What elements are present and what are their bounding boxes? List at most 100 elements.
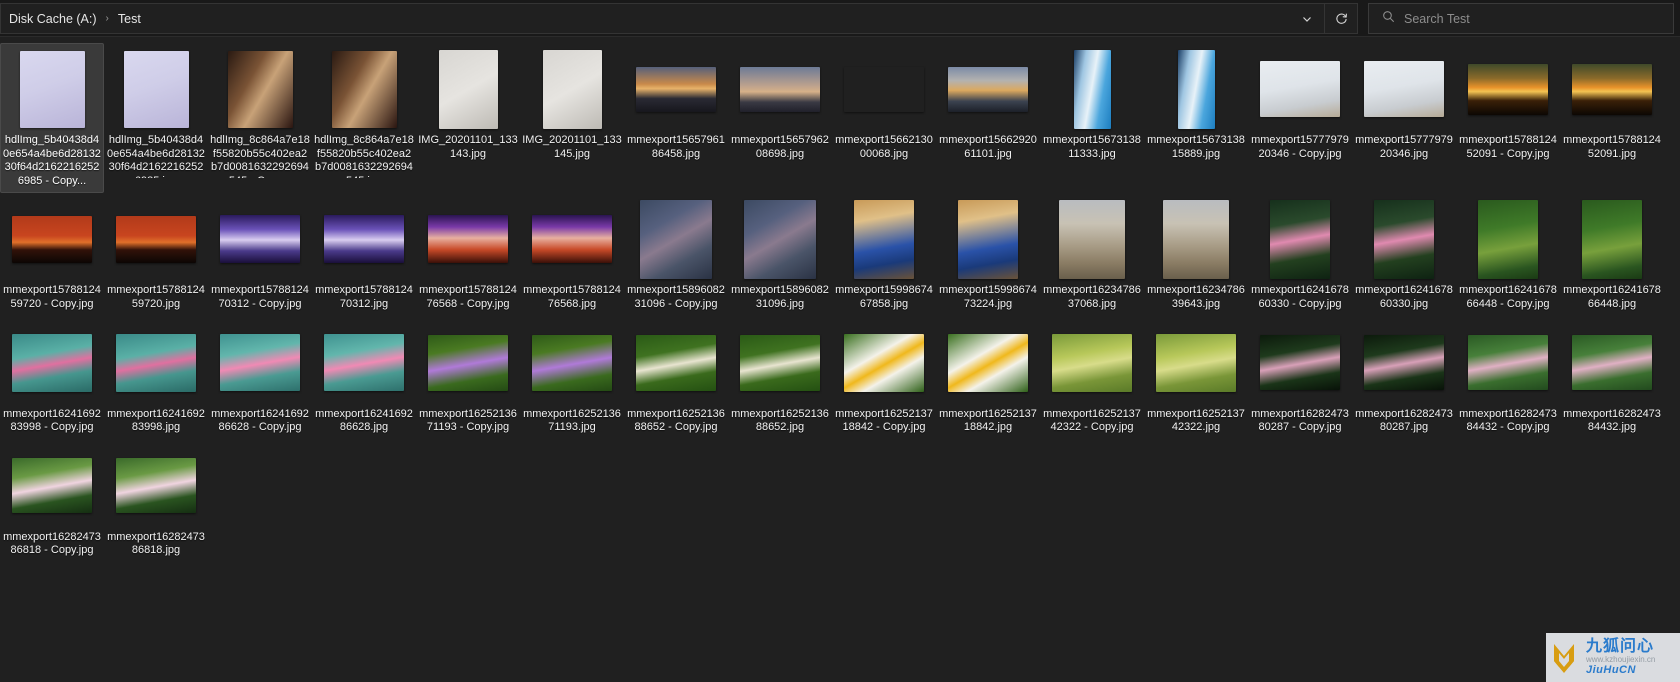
thumbnail-container [1256,198,1344,280]
file-name-label: mmexport1578812452091.jpg [1563,134,1661,160]
thumbnail-image [19,50,85,128]
thumbnail-container [736,198,824,280]
file-tile[interactable]: mmexport1624169286628 - Copy.jpg [208,317,312,440]
search-box[interactable]: Search Test [1368,3,1674,34]
file-tile[interactable]: mmexport1578812476568.jpg [520,193,624,316]
file-tile[interactable]: mmexport1578812452091.jpg [1560,43,1664,193]
file-name-label: mmexport1625213742322.jpg [1147,407,1245,434]
toolbar: Disk Cache (A:) › Test Search Test [0,0,1680,37]
file-tile[interactable]: mmexport1625213742322 - Copy.jpg [1040,317,1144,440]
refresh-button[interactable] [1324,4,1357,33]
file-name-label: mmexport1578812452091 - Copy.jpg [1459,134,1557,160]
thumbnail-container [320,48,408,130]
file-tile[interactable]: mmexport1624167860330.jpg [1352,193,1456,316]
file-tile[interactable]: mmexport1577797920346.jpg [1352,43,1456,193]
file-tile[interactable]: mmexport1599867473224.jpg [936,193,1040,316]
file-name-label: mmexport1624167860330 - Copy.jpg [1251,284,1349,310]
thumbnail-image [1177,49,1215,129]
thumbnail-container [1568,198,1656,280]
file-tile[interactable]: mmexport1567313811333.jpg [1040,43,1144,193]
breadcrumb-item-1[interactable]: Test [112,9,147,29]
file-tile[interactable]: mmexport1578812470312.jpg [312,193,416,316]
file-tile[interactable]: mmexport1577797920346 - Copy.jpg [1248,43,1352,193]
file-name-label: mmexport1577797920346.jpg [1355,134,1453,160]
refresh-icon[interactable] [1325,4,1357,33]
file-tile[interactable]: mmexport1578812459720.jpg [104,193,208,316]
file-tile[interactable]: mmexport1624169283998 - Copy.jpg [0,317,104,440]
thumbnail-image [636,334,716,391]
file-tile[interactable]: mmexport1578812476568 - Copy.jpg [416,193,520,316]
file-tile[interactable]: IMG_20201101_133145.jpg [520,43,624,193]
file-tile[interactable]: hdlImg_8c864a7e18f55820b55c402ea2b7d0081… [208,43,312,193]
file-tile[interactable]: mmexport1624167866448 - Copy.jpg [1456,193,1560,316]
file-tile[interactable]: mmexport1578812452091 - Copy.jpg [1456,43,1560,193]
file-tile[interactable]: mmexport1589608231096 - Copy.jpg [624,193,728,316]
chevron-down-icon[interactable] [1291,4,1323,33]
thumbnail-image [1270,199,1330,279]
file-tile[interactable]: mmexport1625213718842.jpg [936,317,1040,440]
thumbnail-container [112,322,200,404]
file-tile[interactable]: mmexport1628247386818.jpg [104,440,208,563]
file-tile[interactable]: hdlImg_5b40438d40e654a4be6d2813230f64d21… [104,43,208,193]
file-name-label: mmexport1566213000068.jpg [835,134,933,160]
search-input[interactable]: Search Test [1404,12,1470,26]
file-tile[interactable]: mmexport1565796208698.jpg [728,43,832,193]
file-name-label: mmexport1625213688652 - Copy.jpg [627,407,725,434]
file-tile[interactable]: mmexport1628247384432.jpg [1560,317,1664,440]
address-bar[interactable]: Disk Cache (A:) › Test [0,3,1358,34]
file-tile[interactable]: hdlImg_5b40438d40e654a4be6d2813230f64d21… [0,43,104,194]
thumbnail-image [854,199,914,279]
file-tile[interactable]: hdlImg_8c864a7e18f55820b55c402ea2b7d0081… [312,43,416,193]
thumbnail-image [532,215,612,264]
file-name-label: mmexport1565796186458.jpg [627,134,725,160]
file-name-label: mmexport1624167860330.jpg [1355,284,1453,310]
file-tile[interactable]: mmexport1624167866448.jpg [1560,193,1664,316]
file-tile[interactable]: mmexport1623478637068.jpg [1040,193,1144,316]
file-name-label: mmexport1625213671193 - Copy.jpg [419,407,517,434]
thumbnail-container [424,198,512,280]
file-tile[interactable]: mmexport1578812459720 - Copy.jpg [0,193,104,316]
file-name-label: mmexport1624169283998 - Copy.jpg [3,407,101,434]
thumbnail-container [216,48,304,130]
file-tile[interactable]: mmexport1599867467858.jpg [832,193,936,316]
address-history-dropdown[interactable] [1291,4,1323,33]
file-tile[interactable]: mmexport1624169283998.jpg [104,317,208,440]
file-tile[interactable]: IMG_20201101_133143.jpg [416,43,520,193]
file-tile[interactable]: mmexport1565796186458.jpg [624,43,728,193]
file-tile[interactable]: mmexport1628247384432 - Copy.jpg [1456,317,1560,440]
thumbnail-image [1468,63,1548,115]
thumbnail-container [424,48,512,130]
file-name-label: mmexport1623478639643.jpg [1147,284,1245,310]
file-tile[interactable]: mmexport1578812470312 - Copy.jpg [208,193,312,316]
file-name-label: mmexport1625213718842.jpg [939,407,1037,434]
file-tile[interactable]: mmexport1628247380287.jpg [1352,317,1456,440]
file-tile[interactable]: mmexport1624169286628.jpg [312,317,416,440]
thumbnail-container [632,48,720,130]
file-tile[interactable]: mmexport1566213000068.jpg [832,43,936,193]
file-tile[interactable]: mmexport1625213688652 - Copy.jpg [624,317,728,440]
mw-logo-icon [1554,643,1574,673]
file-tile[interactable]: mmexport1623478639643.jpg [1144,193,1248,316]
file-tile[interactable]: mmexport1625213688652.jpg [728,317,832,440]
file-tile[interactable]: mmexport1628247386818 - Copy.jpg [0,440,104,563]
file-tile[interactable]: mmexport1589608231096.jpg [728,193,832,316]
file-tile[interactable]: mmexport1625213671193.jpg [520,317,624,440]
thumbnail-container [1256,48,1344,130]
breadcrumb-item-0[interactable]: Disk Cache (A:) [3,9,103,29]
file-name-label: IMG_20201101_133145.jpg [522,134,622,160]
file-tile[interactable]: mmexport1625213742322.jpg [1144,317,1248,440]
file-tile[interactable]: mmexport1628247380287 - Copy.jpg [1248,317,1352,440]
thumbnail-container [632,322,720,404]
file-name-label: mmexport1628247384432.jpg [1563,407,1661,434]
file-tile[interactable]: mmexport1625213718842 - Copy.jpg [832,317,936,440]
thumbnail-image [1572,63,1652,115]
file-tile[interactable]: mmexport1625213671193 - Copy.jpg [416,317,520,440]
file-name-label: mmexport1628247386818.jpg [107,530,205,557]
thumbnail-container [840,48,928,130]
file-tile[interactable]: mmexport1567313815889.jpg [1144,43,1248,193]
thumbnail-image [331,50,397,128]
thumbnail-container [1360,48,1448,130]
file-tile[interactable]: mmexport1624167860330 - Copy.jpg [1248,193,1352,316]
thumbnail-container [1152,322,1240,404]
file-tile[interactable]: mmexport1566292061101.jpg [936,43,1040,193]
